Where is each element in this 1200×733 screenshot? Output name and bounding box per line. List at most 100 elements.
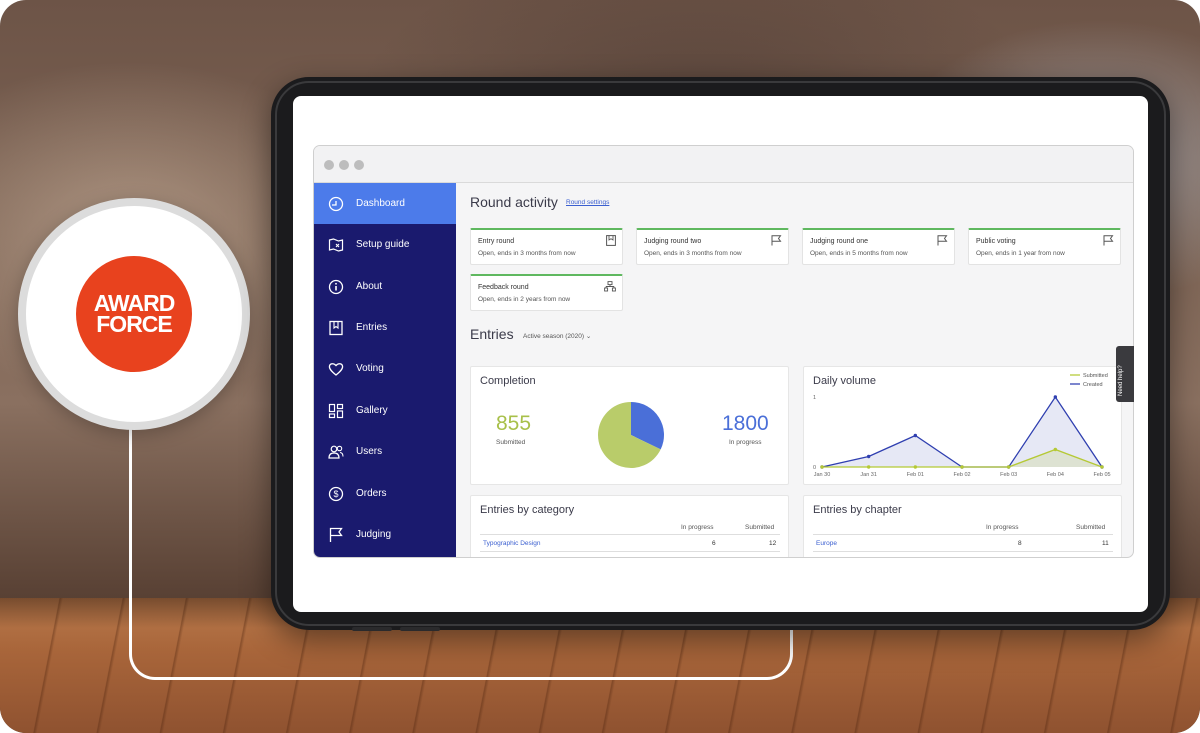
round-status: Open, ends in 3 months from now: [644, 250, 742, 257]
completion-title: Completion: [480, 375, 536, 387]
round-card[interactable]: Judging round two Open, ends in 3 months…: [636, 228, 789, 265]
round-card[interactable]: Feedback round Open, ends in 2 years fro…: [470, 274, 623, 311]
chapter-row-in-progress: 8: [1018, 540, 1022, 547]
y-tick-label: 0: [813, 465, 816, 471]
sidebar-item-label: Orders: [356, 488, 387, 499]
sidebar-item-setup-guide[interactable]: Setup guide: [314, 224, 456, 265]
sidebar-item-gallery[interactable]: Gallery: [314, 390, 456, 431]
round-name: Judging round one: [810, 238, 868, 245]
round-card[interactable]: Judging round one Open, ends in 5 months…: [802, 228, 955, 265]
feedback-icon: [604, 281, 616, 292]
entries-by-chapter-panel: Entries by chapter In progress Submitted…: [803, 495, 1122, 557]
data-point-submitted: [913, 465, 918, 469]
sidebar-item-label: Gallery: [356, 405, 388, 416]
chapter-row-link[interactable]: Europe: [816, 540, 837, 547]
table-divider: [480, 534, 780, 535]
x-tick-label: Feb 04: [1047, 472, 1064, 478]
round-name: Public voting: [976, 238, 1016, 245]
dollar-icon: $: [328, 486, 344, 501]
entries-by-category-panel: Entries by category In progress Submitte…: [470, 495, 789, 557]
data-point-submitted: [866, 465, 871, 469]
round-name: Entry round: [478, 238, 515, 245]
category-row-submitted: 12: [769, 540, 777, 547]
round-card[interactable]: Entry round Open, ends in 3 months from …: [470, 228, 623, 265]
round-status: Open, ends in 3 months from now: [478, 250, 576, 257]
round-status: Open, ends in 2 years from now: [478, 296, 571, 303]
bookmark-icon: [606, 235, 616, 246]
need-help-tab[interactable]: Need help?: [1116, 346, 1134, 402]
map-icon: [328, 237, 344, 252]
category-row-link[interactable]: Typographic Design: [483, 540, 540, 547]
sidebar-item-label: Judging: [356, 529, 392, 540]
data-point-submitted: [1053, 447, 1058, 452]
info-icon: [328, 279, 344, 294]
svg-text:$: $: [333, 489, 338, 499]
gallery-grid-icon: [328, 403, 344, 418]
column-header-submitted: Submitted: [745, 524, 775, 531]
category-row-in-progress: 6: [712, 540, 716, 547]
legend-label-submitted: Submitted: [1083, 373, 1108, 379]
window-titlebar: [314, 146, 1133, 183]
season-selector[interactable]: Active season (2020) ⌄: [523, 332, 591, 340]
flag-icon: [771, 235, 782, 246]
sidebar-item-dashboard[interactable]: Dashboard: [314, 183, 456, 224]
flag-icon: [329, 527, 343, 542]
in-progress-count: 1800: [722, 412, 769, 435]
window-control-dot[interactable]: [324, 160, 334, 170]
daily-volume-line-chart: 0 1 Jan 30 Jan 31 Feb 01 Feb 02 Feb 03 Feb 04 Fe…: [813, 373, 1111, 478]
sidebar-item-users[interactable]: Users: [314, 431, 456, 472]
sidebar-item-label: Dashboard: [356, 198, 405, 209]
completion-pie-chart: [598, 402, 665, 468]
chapter-table-title: Entries by chapter: [813, 504, 902, 516]
data-point-submitted: [960, 465, 964, 469]
sidebar-item-entries[interactable]: Entries: [314, 307, 456, 348]
sidebar-item-label: Setup guide: [356, 239, 410, 250]
submitted-label: Submitted: [496, 439, 526, 446]
x-tick-label: Feb 01: [907, 472, 924, 478]
sidebar-item-judging[interactable]: Judging: [314, 514, 456, 555]
sidebar-nav: Dashboard Setup guide About Entries Voti…: [314, 183, 456, 557]
round-status: Open, ends in 1 year from now: [976, 250, 1065, 257]
sidebar-item-orders[interactable]: $ Orders: [314, 473, 456, 514]
x-tick-label: Feb 05: [1093, 472, 1110, 478]
daily-volume-panel: Daily volume 0 1 Jan 30 Jan 31 Feb 01 Feb 02 F…: [803, 366, 1122, 485]
x-tick-label: Jan 31: [860, 472, 877, 478]
sidebar-item-voting[interactable]: Voting: [314, 348, 456, 389]
data-point-created: [913, 433, 918, 438]
sidebar-item-label: Voting: [356, 363, 384, 374]
chapter-row-submitted: 11: [1102, 540, 1109, 547]
round-name: Feedback round: [478, 284, 529, 291]
column-header-in-progress: In progress: [681, 524, 714, 531]
bookmark-icon: [329, 320, 343, 335]
x-tick-label: Feb 03: [1000, 472, 1017, 478]
round-settings-link[interactable]: Round settings: [566, 199, 609, 206]
table-divider: [480, 551, 780, 552]
sidebar-item-label: Users: [356, 446, 383, 457]
column-header-in-progress: In progress: [986, 524, 1019, 531]
round-activity-title: Round activity: [470, 194, 558, 210]
submitted-count: 855: [496, 412, 532, 435]
completion-panel: Completion 855 Submitted 1800 In progres…: [470, 366, 789, 485]
window-control-dot[interactable]: [339, 160, 349, 170]
users-icon: [328, 445, 344, 459]
data-point-submitted: [1006, 465, 1011, 469]
dashboard-gauge-icon: [328, 196, 344, 211]
flag-icon: [1103, 235, 1114, 246]
y-tick-label: 1: [813, 395, 816, 401]
heart-icon: [328, 362, 344, 376]
chevron-down-icon: ⌄: [585, 333, 592, 340]
column-header-submitted: Submitted: [1076, 524, 1106, 531]
table-divider: [813, 534, 1113, 535]
legend-label-created: Created: [1083, 382, 1103, 388]
dashboard-main: Round activity Round settings Entry roun…: [456, 183, 1133, 557]
window-control-dot[interactable]: [354, 160, 364, 170]
round-card[interactable]: Public voting Open, ends in 1 year from …: [968, 228, 1121, 265]
x-tick-label: Jan 30: [814, 472, 831, 478]
data-point-created: [866, 454, 871, 459]
category-table-title: Entries by category: [480, 504, 575, 516]
sidebar-item-about[interactable]: About: [314, 266, 456, 307]
flag-icon: [937, 235, 948, 246]
tablet-button: [400, 627, 440, 631]
sidebar-item-label: About: [356, 281, 383, 292]
award-force-logo: AWARD FORCE: [76, 256, 192, 372]
